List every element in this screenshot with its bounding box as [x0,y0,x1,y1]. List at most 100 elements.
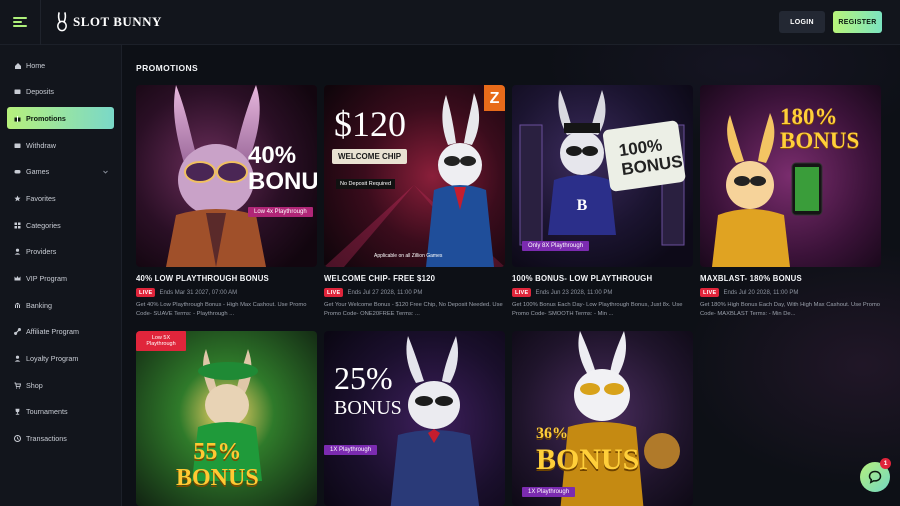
categories-icon [14,222,21,229]
promo-description: Get Your Welcome Bonus - $120 Free Chip,… [324,302,503,317]
live-badge: LIVE [324,288,344,297]
link-icon [14,328,21,336]
promo-percent: 55% [193,439,242,465]
sidebar: Home Deposits Promotions Withdraw Games Favor… [0,45,122,506]
live-badge: LIVE [512,288,532,297]
sidebar-item-promotions[interactable]: Promotions [7,107,114,130]
promo-card[interactable]: 40% BONUS Low 4x Playthrough 40% LOW PLA… [136,85,317,318]
sidebar-item-label: Shop [26,380,43,390]
sidebar-item-label: VIP Program [26,274,68,283]
sidebar-item-transactions[interactable]: Transactions [7,428,114,450]
promo-headline: 36% BONUS [536,421,639,475]
sidebar-item-banking[interactable]: Banking [7,294,114,316]
sidebar-item-label: Favorites [26,193,56,203]
promo-meta: LIVE Ends Jul 27 2028, 11:00 PM [324,288,505,297]
sidebar-item-label: Affiliate Program [26,327,79,337]
providers-icon [14,248,21,255]
promo-card[interactable]: 36% BONUS 1X Playthrough [512,331,693,506]
no-deposit-label: No Deposit Required [336,179,396,189]
welcome-chip-label: WELCOME CHIP [332,149,408,164]
main-content: PROMOTIONS 40% BONUS Low 4 [123,45,900,506]
sidebar-item-categories[interactable]: Categories [7,214,114,236]
promo-percent: 25% [334,360,393,396]
promo-image[interactable]: Low 5X Playthrough 55% BONUS [136,331,317,506]
promo-end-date: Ends Jul 20 2028, 11:00 PM [723,289,799,296]
sidebar-item-label: Loyalty Program [26,354,79,364]
sidebar-item-label: Providers [26,247,57,257]
header-divider [40,0,41,45]
sidebar-item-loyalty-program[interactable]: Loyalty Program [7,348,114,370]
promo-end-date: Ends Jul 27 2028, 11:00 PM [347,289,423,296]
promo-title[interactable]: 40% LOW PLAYTHROUGH BONUS [136,274,317,283]
promo-image[interactable]: B 100% BONUS Only 8X Playthrough [512,85,693,267]
promo-card[interactable]: B 100% BONUS Only 8X Playthrough 100% BO… [512,85,693,318]
promo-end-date: Ends Jun 23 2028, 11:00 PM [535,289,613,296]
promo-image[interactable]: 36% BONUS 1X Playthrough [512,331,693,506]
withdraw-icon [14,143,21,148]
home-icon [15,62,21,69]
promo-title[interactable]: MAXBLAST- 180% BONUS [700,274,881,283]
applicable-note: Applicable on all Zillion Games [374,253,443,259]
promo-image[interactable]: Z $120 WELCOME CHIP No Deposit Required … [324,85,505,267]
promo-title[interactable]: WELCOME CHIP- FREE $120 [324,274,505,283]
promo-end-date: Ends Mar 31 2027, 07:00 AM [159,289,238,296]
brand-logo[interactable]: SLOT BUNNY [55,11,162,33]
promo-card[interactable]: 25% BONUS 1X Playthrough [324,331,505,506]
sidebar-item-tournaments[interactable]: Tournaments [7,401,114,423]
crown-icon [14,276,21,281]
sidebar-item-shop[interactable]: Shop [7,374,114,396]
sidebar-item-providers[interactable]: Providers [7,241,114,263]
cart-icon [14,382,21,389]
promo-headline: 25% BONUS [334,360,402,423]
promo-image-tag: Only 8X Playthrough [522,241,590,251]
promo-image-tag: Low 4x Playthrough [248,207,313,217]
promo-bonus-word: BONUS [780,128,860,153]
sidebar-item-home[interactable]: Home [7,54,114,76]
live-badge: LIVE [700,288,720,297]
svg-text:Z: Z [490,90,500,107]
promo-card[interactable]: Z $120 WELCOME CHIP No Deposit Required … [324,85,505,318]
sidebar-item-games[interactable]: Games [7,161,114,183]
promo-image-tag: 1X Playthrough [324,445,378,455]
login-button[interactable]: LOGIN [779,11,825,33]
sidebar-item-withdraw[interactable]: Withdraw [7,134,114,156]
promo-image[interactable]: 25% BONUS 1X Playthrough [324,331,505,506]
svg-text:B: B [577,197,588,214]
promo-percent: 40% [248,142,297,169]
hamburger-icon [13,15,27,29]
deposit-icon [14,89,21,95]
promo-headline: 180% BONUS [780,105,859,153]
sidebar-item-affiliate-program[interactable]: Affiliate Program [7,321,114,343]
promo-bonus-word: BONUS [176,465,259,491]
promo-percent: 180% [780,104,838,129]
live-badge: LIVE [136,288,156,297]
promo-description: Get 40% Low Playthrough Bonus - High Max… [136,302,307,317]
promo-headline: 40% BONUS [248,143,317,195]
promo-card[interactable]: Low 5X Playthrough 55% BONUS [136,331,317,506]
star-icon [14,195,21,202]
promo-description: Get 180% High Bonus Each Day, With High … [700,302,880,317]
chevron-down-icon[interactable] [102,169,109,175]
promo-card[interactable]: 180% BONUS MAXBLAST- 180% BONUS LIVE End… [700,85,881,318]
promo-meta: LIVE Ends Jun 23 2028, 11:00 PM [512,288,693,297]
promo-headline: 55% BONUS [176,439,259,491]
sidebar-item-label: Withdraw [26,140,56,150]
register-button[interactable]: REGISTER [833,11,882,33]
promo-image-tag: Low 5X Playthrough [136,331,186,351]
sidebar-item-vip-program[interactable]: VIP Program [7,268,114,290]
menu-toggle-button[interactable] [0,0,40,45]
gift-icon [14,115,21,122]
sidebar-item-deposits[interactable]: Deposits [7,81,114,103]
sidebar-item-label: Games [26,167,50,177]
sidebar-item-label: Promotions [26,113,66,123]
promo-image-tag: 1X Playthrough [522,487,576,497]
sidebar-item-label: Banking [26,300,52,310]
promo-image[interactable]: 180% BONUS [700,85,881,267]
sidebar-item-favorites[interactable]: Favorites [7,187,114,209]
promo-description: Get 100% Bonus Each Day- Low Playthrough… [512,302,683,317]
promo-meta: LIVE Ends Jul 20 2028, 11:00 PM [700,288,881,297]
promo-title[interactable]: 100% BONUS- LOW PLAYTHROUGH [512,274,693,283]
sidebar-item-label: Categories [26,220,61,230]
promo-image[interactable]: 40% BONUS Low 4x Playthrough [136,85,317,267]
promo-amount: $120 [334,104,406,144]
